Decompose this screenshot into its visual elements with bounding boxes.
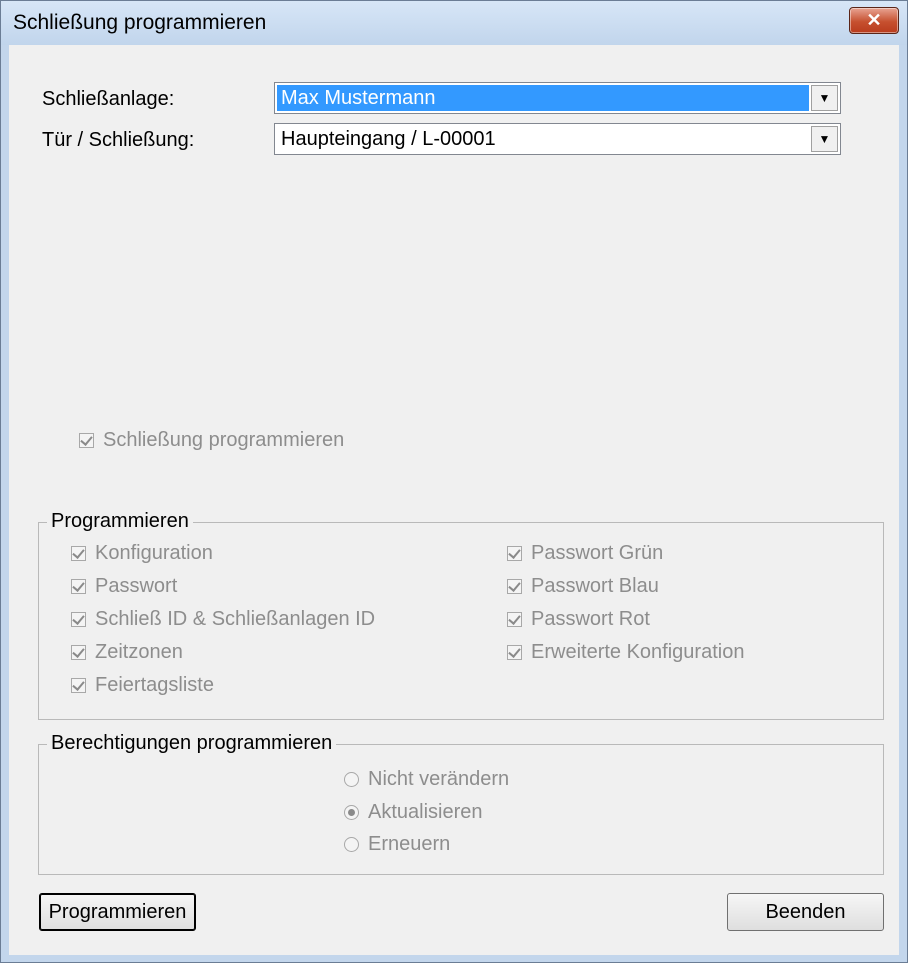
checkbox-schliess-id[interactable]: Schließ ID & Schließanlagen ID	[71, 608, 375, 631]
radio-circle	[344, 772, 359, 787]
checkbox-label: Passwort Grün	[531, 542, 664, 564]
tuer-value: Haupteingang / L-00001	[281, 128, 496, 150]
checkbox-box	[507, 579, 522, 594]
chevron-down-icon[interactable]: ▼	[811, 85, 838, 111]
close-icon: ✕	[866, 10, 882, 30]
checkbox-label: Passwort	[95, 575, 178, 597]
berechtigungen-legend: Berechtigungen programmieren	[47, 732, 337, 755]
checkbox-label: Zeitzonen	[95, 641, 183, 663]
radio-label: Erneuern	[368, 833, 451, 855]
checkbox-schliessung-programmieren[interactable]: Schließung programmieren	[79, 429, 344, 452]
tuer-label: Tür / Schließung:	[42, 129, 195, 151]
checkbox-label: Schließung programmieren	[103, 429, 345, 451]
checkbox-box	[71, 612, 86, 627]
checkbox-box	[507, 645, 522, 660]
checkbox-passwort[interactable]: Passwort	[71, 575, 177, 598]
radio-circle	[344, 805, 359, 820]
radio-aktualisieren[interactable]: Aktualisieren	[344, 801, 483, 824]
checkbox-box	[71, 645, 86, 660]
checkbox-box	[71, 579, 86, 594]
checkbox-passwort-gruen[interactable]: Passwort Grün	[507, 542, 663, 565]
checkbox-label: Passwort Rot	[531, 608, 650, 630]
radio-label: Nicht verändern	[368, 768, 510, 790]
checkbox-box	[507, 612, 522, 627]
checkbox-box	[79, 433, 94, 448]
tuer-select[interactable]: Haupteingang / L-00001 ▼	[274, 123, 841, 155]
beenden-button[interactable]: Beenden	[727, 893, 884, 931]
checkbox-label: Passwort Blau	[531, 575, 659, 597]
checkbox-passwort-rot[interactable]: Passwort Rot	[507, 608, 650, 631]
checkbox-passwort-blau[interactable]: Passwort Blau	[507, 575, 659, 598]
title-bar[interactable]: Schließung programmieren ✕	[1, 1, 907, 45]
radio-circle	[344, 837, 359, 852]
programmieren-button[interactable]: Programmieren	[39, 893, 196, 931]
window-title: Schließung programmieren	[13, 11, 267, 34]
programmieren-group: Programmieren Konfiguration Passwort Sch…	[38, 510, 884, 720]
radio-label: Aktualisieren	[368, 801, 483, 823]
berechtigungen-group: Berechtigungen programmieren Nicht verän…	[38, 732, 884, 875]
dialog-body: Schließanlage: Max Mustermann ▼ Tür / Sc…	[9, 45, 899, 955]
checkbox-label: Schließ ID & Schließanlagen ID	[95, 608, 376, 630]
checkbox-label: Erweiterte Konfiguration	[531, 641, 745, 663]
programmieren-legend: Programmieren	[47, 510, 193, 533]
anlage-label: Schließanlage:	[42, 88, 175, 110]
checkbox-box	[71, 546, 86, 561]
checkbox-label: Feiertagsliste	[95, 674, 214, 696]
anlage-select[interactable]: Max Mustermann ▼	[274, 82, 841, 114]
radio-nicht-veraendern[interactable]: Nicht verändern	[344, 768, 509, 791]
checkbox-feiertagsliste[interactable]: Feiertagsliste	[71, 674, 214, 697]
checkbox-box	[71, 678, 86, 693]
anlage-value: Max Mustermann	[277, 85, 809, 111]
dialog-window: Schließung programmieren ✕ Schließanlage…	[0, 0, 908, 963]
checkbox-konfiguration[interactable]: Konfiguration	[71, 542, 213, 565]
chevron-down-icon[interactable]: ▼	[811, 126, 838, 152]
checkbox-erweiterte-konfiguration[interactable]: Erweiterte Konfiguration	[507, 641, 744, 664]
checkbox-box	[507, 546, 522, 561]
radio-erneuern[interactable]: Erneuern	[344, 833, 450, 856]
checkbox-label: Konfiguration	[95, 542, 213, 564]
checkbox-zeitzonen[interactable]: Zeitzonen	[71, 641, 183, 664]
close-button[interactable]: ✕	[849, 7, 899, 34]
